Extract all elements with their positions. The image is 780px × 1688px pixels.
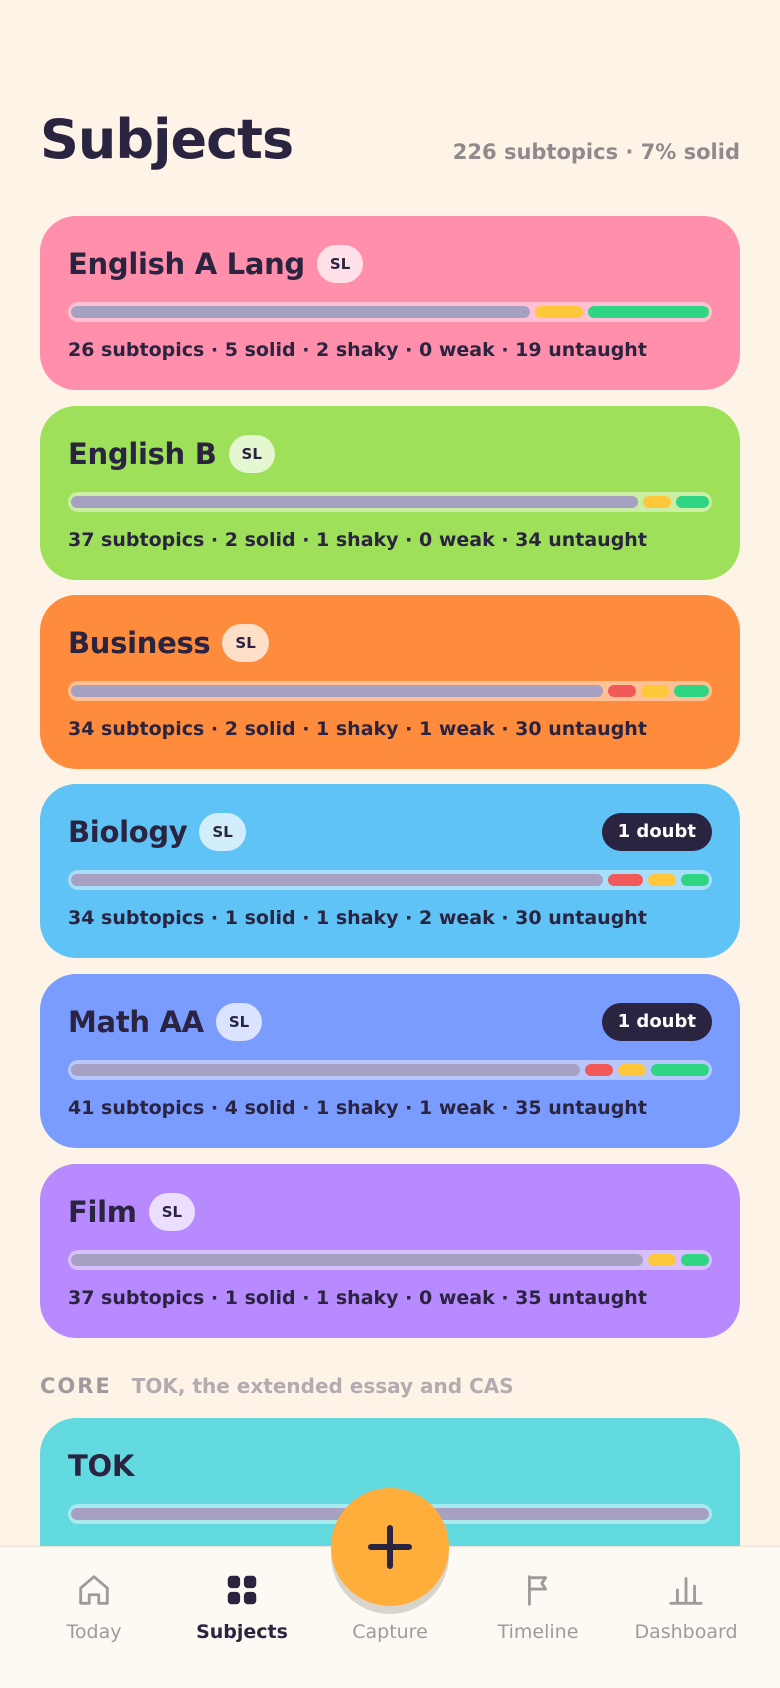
- subject-card-english-b[interactable]: English B SL 37 subtopics · 2 solid · 1 …: [40, 406, 740, 580]
- grid-icon: [227, 1575, 257, 1605]
- tab-dashboard[interactable]: Dashboard: [608, 1547, 764, 1688]
- tab-timeline[interactable]: Timeline: [460, 1547, 616, 1688]
- progress-untaught: [71, 306, 530, 318]
- plus-icon: [368, 1525, 412, 1569]
- capture-button[interactable]: [331, 1488, 449, 1606]
- progress-untaught: [71, 874, 603, 886]
- subject-card-math-aa[interactable]: Math AA SL 1 doubt 41 subtopics · 4 soli…: [40, 974, 740, 1148]
- subject-name: Biology: [68, 815, 188, 849]
- progress-untaught: [71, 1254, 643, 1266]
- page-title: Subjects: [40, 108, 294, 171]
- progress-solid: [588, 306, 709, 318]
- progress-bar: [68, 870, 712, 890]
- progress-bar: [68, 1250, 712, 1270]
- tab-label: Capture: [352, 1621, 428, 1643]
- progress-shaky: [617, 1064, 646, 1076]
- subject-card-business[interactable]: Business SL 34 subtopics · 2 solid · 1 s…: [40, 595, 740, 769]
- level-badge: SL: [316, 245, 364, 283]
- header: Subjects 226 subtopics · 7% solid: [40, 108, 740, 172]
- progress-weak: [584, 1064, 613, 1076]
- progress-shaky: [648, 874, 676, 886]
- progress-shaky: [648, 1254, 676, 1266]
- level-badge: SL: [222, 624, 269, 662]
- progress-bar: [68, 492, 712, 512]
- level-badge: SL: [228, 435, 275, 473]
- subject-name: TOK: [68, 1449, 135, 1483]
- subject-name: English A Lang: [68, 247, 305, 281]
- progress-solid: [675, 496, 709, 508]
- progress-solid: [681, 1254, 709, 1266]
- progress-solid: [681, 874, 709, 886]
- progress-bar: [68, 681, 712, 701]
- subject-stats: 37 subtopics · 2 solid · 1 shaky · 0 wea…: [68, 529, 647, 551]
- core-description: TOK, the extended essay and CAS: [131, 1374, 514, 1398]
- progress-shaky: [534, 306, 584, 318]
- tab-label: Subjects: [196, 1621, 288, 1643]
- subject-name: Business: [68, 626, 211, 660]
- subject-stats: 41 subtopics · 4 solid · 1 shaky · 1 wea…: [68, 1097, 647, 1119]
- subject-name: English B: [68, 437, 217, 471]
- tab-label: Today: [66, 1621, 122, 1643]
- subject-stats: 34 subtopics · 2 solid · 1 shaky · 1 wea…: [68, 718, 647, 740]
- tab-subjects[interactable]: Subjects: [164, 1547, 320, 1688]
- level-badge: SL: [148, 1193, 196, 1231]
- progress-weak: [607, 685, 636, 697]
- subject-stats: 26 subtopics · 5 solid · 2 shaky · 0 wea…: [68, 339, 647, 361]
- progress-untaught: [71, 1064, 580, 1076]
- subjects-summary: 226 subtopics · 7% solid: [452, 140, 740, 164]
- doubt-badge[interactable]: 1 doubt: [601, 1003, 712, 1041]
- progress-bar: [68, 302, 712, 322]
- level-badge: SL: [199, 813, 246, 851]
- tab-today[interactable]: Today: [16, 1547, 172, 1688]
- progress-weak: [607, 874, 643, 886]
- subject-stats: 34 subtopics · 1 solid · 1 shaky · 2 wea…: [68, 907, 647, 929]
- tab-label: Timeline: [497, 1621, 579, 1643]
- progress-solid: [650, 1064, 709, 1076]
- progress-untaught: [71, 496, 638, 508]
- subject-name: Math AA: [68, 1005, 204, 1039]
- bar-chart-icon: [669, 1577, 703, 1605]
- level-badge: SL: [215, 1003, 263, 1041]
- progress-solid: [673, 685, 709, 697]
- flag-icon: [528, 1575, 548, 1606]
- doubt-badge[interactable]: 1 doubt: [601, 813, 712, 851]
- core-title: CORE: [40, 1374, 112, 1398]
- subject-card-english-a[interactable]: English A Lang SL 26 subtopics · 5 solid…: [40, 216, 740, 390]
- subject-stats: 37 subtopics · 1 solid · 1 shaky · 0 wea…: [68, 1287, 647, 1309]
- subject-card-biology[interactable]: Biology SL 1 doubt 34 subtopics · 1 soli…: [40, 784, 740, 958]
- progress-untaught: [71, 685, 603, 697]
- subject-name: Film: [68, 1195, 137, 1229]
- progress-bar: [68, 1060, 712, 1080]
- progress-shaky: [640, 685, 669, 697]
- tab-label: Dashboard: [634, 1621, 738, 1643]
- progress-shaky: [642, 496, 671, 508]
- core-section-header: CORE TOK, the extended essay and CAS: [40, 1374, 514, 1398]
- home-icon: [79, 1575, 109, 1605]
- subject-card-film[interactable]: Film SL 37 subtopics · 1 solid · 1 shaky…: [40, 1164, 740, 1338]
